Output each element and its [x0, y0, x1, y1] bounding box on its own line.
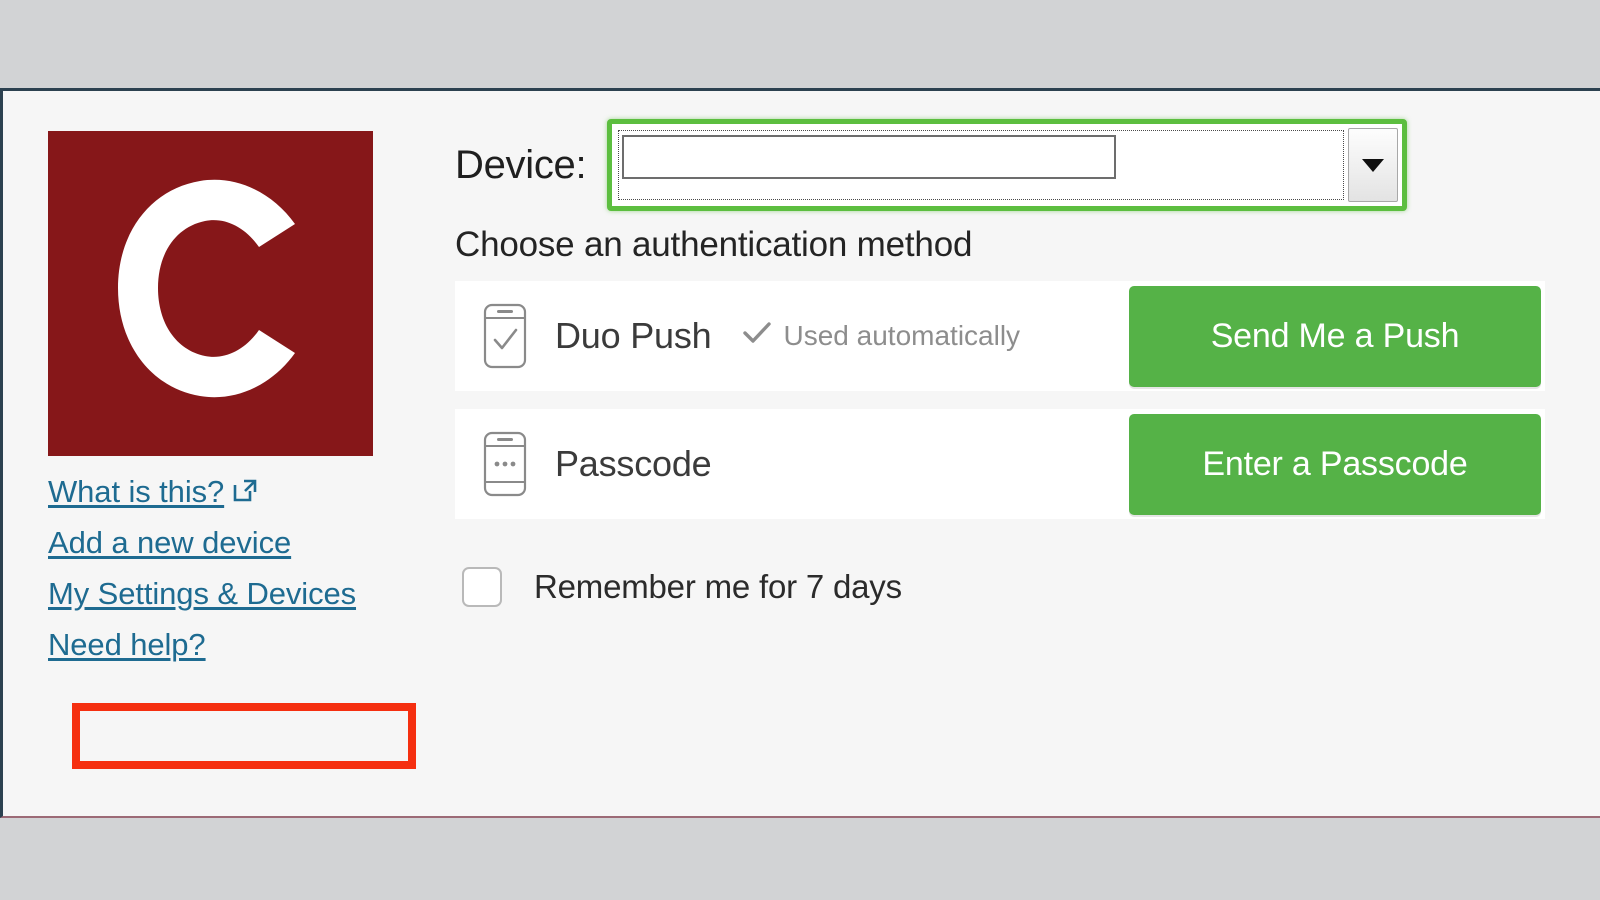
remember-me-row: Remember me for 7 days	[455, 563, 1545, 611]
screenshot-canvas: What is this? Add a new device My Settin…	[0, 0, 1600, 900]
enter-a-passcode-button[interactable]: Enter a Passcode	[1129, 414, 1541, 515]
device-name-redaction	[622, 135, 1116, 179]
remember-me-label[interactable]: Remember me for 7 days	[534, 568, 902, 606]
send-me-a-push-button[interactable]: Send Me a Push	[1129, 286, 1541, 387]
method-name-duo-push: Duo Push	[555, 315, 712, 357]
method-row-passcode: Passcode Enter a Passcode	[455, 409, 1545, 519]
duo-authentication-frame: What is this? Add a new device My Settin…	[0, 88, 1600, 818]
method-action-duo-push: Send Me a Push	[1129, 286, 1541, 387]
sidebar: What is this? Add a new device My Settin…	[48, 131, 378, 686]
device-select[interactable]	[607, 119, 1407, 211]
chevron-down-icon	[1362, 159, 1384, 172]
need-help-link[interactable]: Need help?	[48, 627, 206, 662]
my-settings-and-devices-link[interactable]: My Settings & Devices	[48, 576, 356, 611]
device-dropdown-button[interactable]	[1348, 128, 1398, 202]
remember-me-checkbox[interactable]	[462, 567, 502, 607]
device-select-field[interactable]	[618, 130, 1344, 200]
sidebar-item-my-settings-and-devices[interactable]: My Settings & Devices	[48, 568, 378, 619]
method-note-duo-push: Used automatically	[742, 320, 1021, 353]
annotation-highlight-rectangle	[72, 703, 416, 769]
check-icon	[742, 320, 772, 353]
method-name-passcode: Passcode	[555, 443, 712, 485]
add-a-new-device-link[interactable]: Add a new device	[48, 525, 291, 560]
phone-check-icon	[455, 303, 555, 369]
choose-method-heading: Choose an authentication method	[455, 225, 1545, 265]
sidebar-item-need-help[interactable]: Need help?	[48, 619, 378, 670]
sidebar-item-add-a-new-device[interactable]: Add a new device	[48, 517, 378, 568]
method-row-duo-push: Duo Push Used automatically Send Me a Pu…	[455, 281, 1545, 391]
main-content: Device: Choose an authentication method	[455, 119, 1545, 611]
sidebar-item-what-is-this[interactable]: What is this?	[48, 466, 378, 517]
method-action-passcode: Enter a Passcode	[1129, 414, 1541, 515]
method-note-text-duo-push: Used automatically	[784, 320, 1021, 352]
what-is-this-link[interactable]: What is this?	[48, 474, 224, 509]
device-selector-row: Device:	[455, 119, 1545, 211]
phone-dots-icon	[455, 431, 555, 497]
university-c-logo	[48, 131, 373, 456]
device-label: Device:	[455, 143, 586, 188]
sidebar-link-list: What is this? Add a new device My Settin…	[48, 466, 378, 670]
